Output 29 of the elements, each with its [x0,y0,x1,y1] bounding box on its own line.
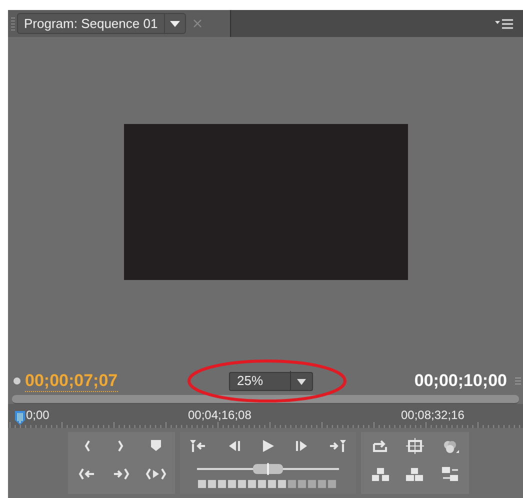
panel-menu-icon[interactable] [495,18,513,28]
ruler-label: 00;04;16;08 [188,407,252,424]
safe-margins-icon[interactable] [406,438,424,454]
go-to-in-icon[interactable] [78,466,96,482]
duration-timecode: 00;00;10;00 [414,370,507,392]
grip-icon[interactable] [515,376,521,386]
playhead-icon[interactable] [14,410,26,426]
dot-icon [13,377,21,385]
dropdown-arrow-icon[interactable] [170,20,180,28]
close-icon[interactable] [192,19,202,28]
panel-tab[interactable]: Program: Sequence 01 [17,13,186,34]
dropdown-arrow-icon [297,378,306,384]
play-in-to-out-icon[interactable] [146,466,166,482]
loop-icon[interactable] [371,438,390,454]
jog-wheel[interactable] [198,480,338,488]
step-to-start-icon[interactable] [189,438,208,454]
go-to-out-icon[interactable] [112,466,130,482]
shuttle-thumb[interactable] [253,463,283,475]
jog-shuttle-slider[interactable] [195,462,341,476]
zoom-scrollbar[interactable] [12,395,519,404]
zoom-dropdown[interactable]: 25% [229,372,313,390]
extract-icon[interactable] [405,466,424,482]
lift-icon[interactable] [370,466,390,482]
ruler-label: 0;00 [26,407,50,424]
grip-icon[interactable] [11,16,15,30]
ruler-label: 00;08;32;16 [401,407,464,424]
marker-icon[interactable] [148,438,163,454]
step-to-end-icon[interactable] [328,438,347,454]
trim-monitor-icon[interactable] [440,466,459,482]
